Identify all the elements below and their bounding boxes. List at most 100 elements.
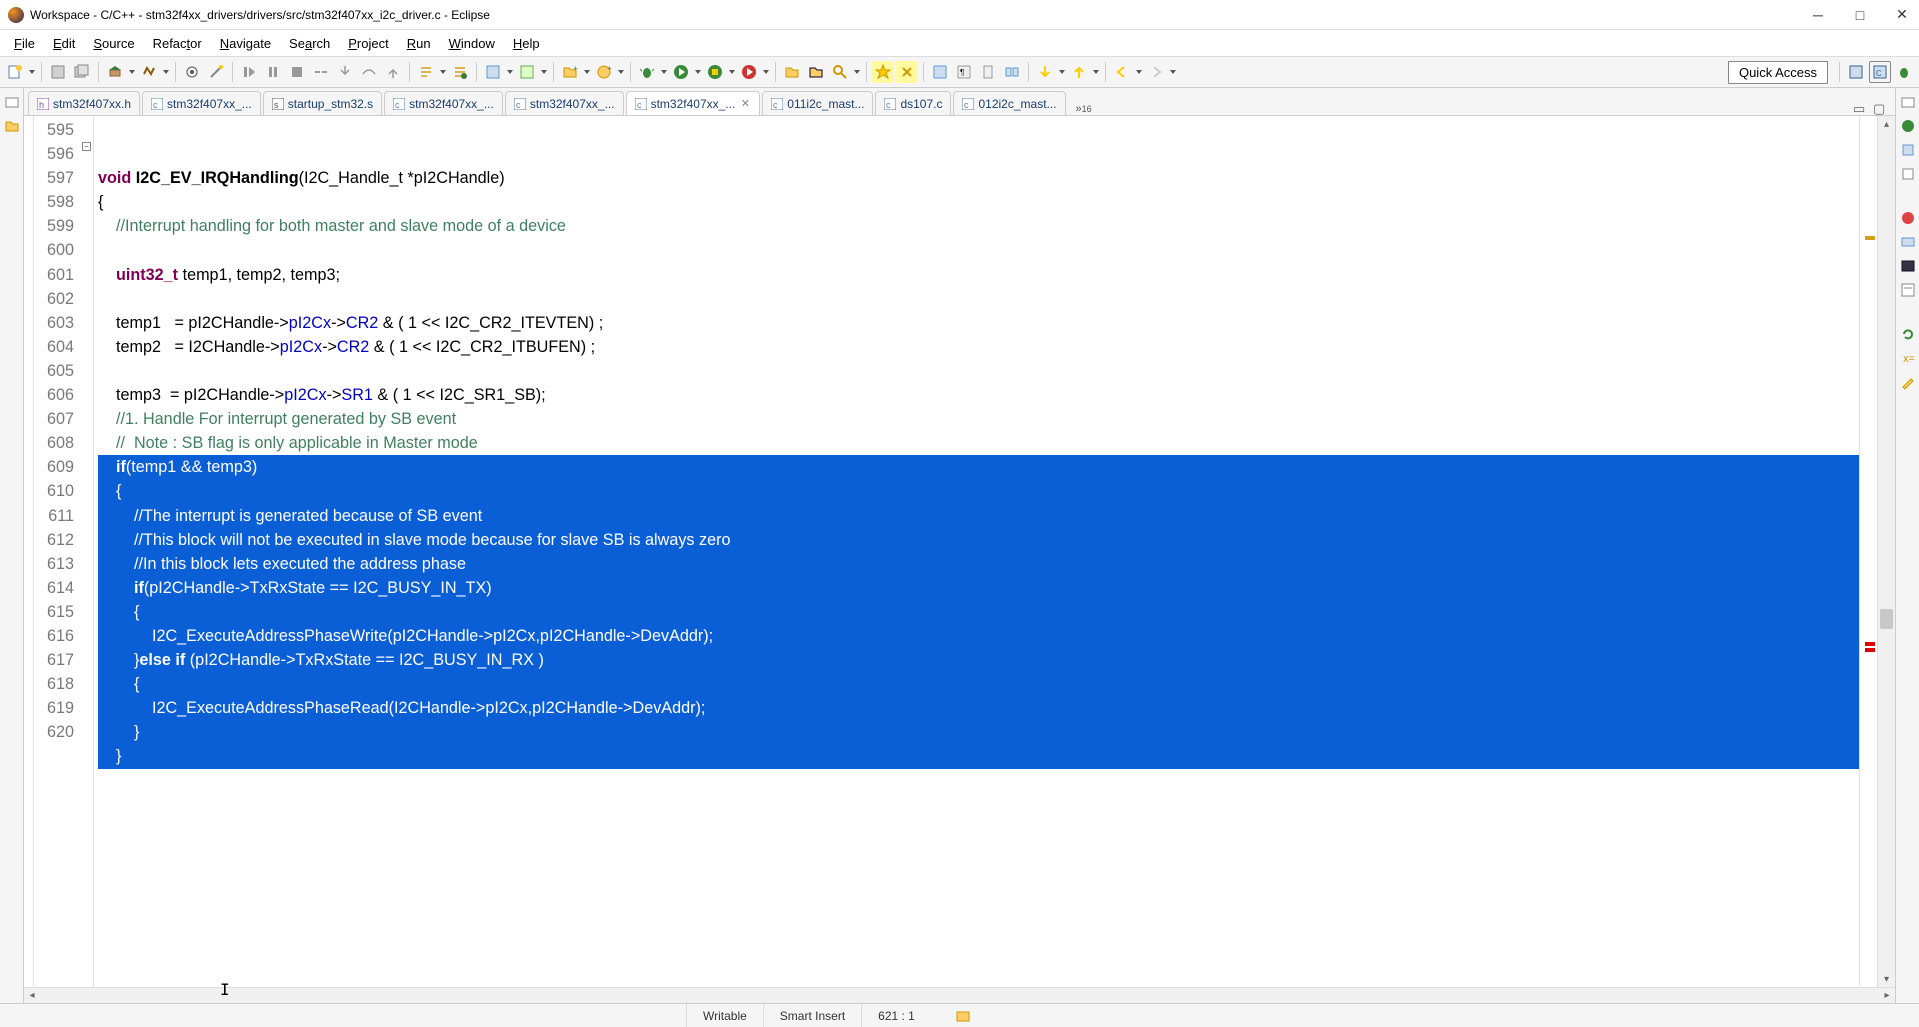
target-button[interactable] [181,61,203,83]
editor-tab[interactable]: cstm32f407xx_... [505,91,624,115]
new-button[interactable] [4,61,26,83]
maximize-view-icon[interactable]: ▢ [1873,101,1887,115]
code-line[interactable]: //In this block lets executed the addres… [98,552,1859,576]
suspend-button[interactable] [262,61,284,83]
star-icon[interactable] [872,61,894,83]
quick-access-input[interactable]: Quick Access [1728,61,1828,84]
build-all-dropdown[interactable] [162,70,170,74]
project-explorer-icon[interactable] [4,118,20,134]
back-button[interactable] [1111,61,1133,83]
build-dropdown[interactable] [128,70,136,74]
editor-tab[interactable]: c012i2c_mast... [953,91,1065,115]
code-line[interactable] [98,238,1859,262]
show-whitespace-button[interactable]: ¶ [953,61,975,83]
code-line[interactable]: //This block will not be executed in sla… [98,528,1859,552]
terminate-button[interactable] [286,61,308,83]
code-line[interactable]: //1. Handle For interrupt generated by S… [98,407,1859,431]
tab-overflow[interactable]: »16 [1076,103,1092,115]
pencil-icon[interactable] [1900,374,1916,390]
save-button[interactable] [47,61,69,83]
code-line[interactable]: } [98,744,1859,768]
code-line[interactable] [98,769,1859,793]
code-line[interactable]: I2C_ExecuteAddressPhaseWrite(pI2CHandle-… [98,624,1859,648]
code-line[interactable] [98,287,1859,311]
profile-button[interactable] [738,61,760,83]
code-line[interactable]: } [98,720,1859,744]
wand-icon[interactable] [205,61,227,83]
problems-icon[interactable] [1900,210,1916,226]
coverage-button[interactable] [704,61,726,83]
open-project-button[interactable] [781,61,803,83]
build-targets-icon[interactable] [1900,166,1916,182]
task-list-icon[interactable] [1900,142,1916,158]
minimize-view-icon[interactable]: ▭ [1853,101,1867,115]
overview-ruler[interactable] [1859,116,1877,987]
debug-button[interactable] [636,61,658,83]
code-line[interactable]: //Interrupt handling for both master and… [98,214,1859,238]
toggle-mark-button[interactable] [896,61,918,83]
close-button[interactable]: ✕ [1893,6,1911,24]
maximize-button[interactable]: □ [1851,6,1869,24]
build-button[interactable] [104,61,126,83]
step-return-button[interactable] [382,61,404,83]
variables-icon[interactable]: x= [1900,350,1916,366]
outline-icon[interactable] [1900,118,1916,134]
scroll-down-icon[interactable]: ▾ [1878,971,1895,987]
editor-tab[interactable]: cstm32f407xx_... [142,91,261,115]
code-line[interactable]: if(pI2CHandle->TxRxState == I2C_BUSY_IN_… [98,576,1859,600]
new-folder-button[interactable]: + [559,61,581,83]
code-line[interactable]: void I2C_EV_IRQHandling(I2C_Handle_t *pI… [98,166,1859,190]
menu-help[interactable]: Help [505,33,548,54]
editor-tab[interactable]: sstartup_stm32.s [263,91,382,115]
editor-tab[interactable]: cstm32f407xx_...✕ [626,91,761,115]
code-line[interactable]: { [98,479,1859,503]
instruction-step-button[interactable] [415,61,437,83]
console-icon[interactable] [1900,258,1916,274]
code-line[interactable]: { [98,600,1859,624]
prev-annotation-button[interactable] [1068,61,1090,83]
menu-search[interactable]: Search [281,33,338,54]
menu-run[interactable]: Run [399,33,439,54]
next-annotation-button[interactable] [1034,61,1056,83]
editor-tab[interactable]: cstm32f407xx_... [384,91,503,115]
status-notification-icon[interactable] [955,1008,971,1024]
open-type-button[interactable] [482,61,504,83]
new-class-button[interactable] [516,61,538,83]
restore-right-icon[interactable] [1900,94,1916,110]
scroll-right-icon[interactable]: ▸ [1879,990,1895,1001]
editor-tab[interactable]: hstm32f407xx.h [28,91,140,115]
forward-button[interactable] [1145,61,1167,83]
editor-tab[interactable]: c011i2c_mast... [762,91,873,115]
code-line[interactable]: // Note : SB flag is only applicable in … [98,431,1859,455]
new-source-button[interactable]: + [593,61,615,83]
restore-icon[interactable] [4,94,20,110]
vertical-scrollbar[interactable]: ▴ ▾ [1877,116,1895,987]
refresh-icon[interactable] [1900,326,1916,342]
word-wrap-button[interactable] [1001,61,1023,83]
minimize-button[interactable]: ─ [1809,6,1827,24]
build-all-button[interactable] [138,61,160,83]
code-line[interactable]: //The interrupt is generated because of … [98,504,1859,528]
horizontal-scrollbar[interactable]: ◂ ▸ [24,987,1895,1003]
restart-icon[interactable] [449,61,471,83]
code-line[interactable] [98,359,1859,383]
properties-icon[interactable] [1900,282,1916,298]
perspective-other-button[interactable] [1893,61,1915,83]
step-into-button[interactable] [334,61,356,83]
scroll-up-icon[interactable]: ▴ [1878,116,1895,132]
editor-tab[interactable]: cds107.c [875,91,951,115]
fold-toggle-icon[interactable]: − [82,142,91,151]
code-line[interactable]: temp3 = pI2CHandle->pI2Cx->SR1 & ( 1 << … [98,383,1859,407]
fold-column[interactable]: − [80,116,94,987]
code-editor[interactable]: 5955965975985996006016026036046056066076… [24,116,1895,987]
new-dropdown[interactable] [28,70,36,74]
resume-button[interactable] [238,61,260,83]
menu-file[interactable]: File [6,33,43,54]
pin-button[interactable] [977,61,999,83]
menu-edit[interactable]: Edit [45,33,83,54]
menu-refactor[interactable]: Refactor [145,33,210,54]
code-line[interactable]: temp1 = pI2CHandle->pI2Cx->CR2 & ( 1 << … [98,311,1859,335]
code-line[interactable]: { [98,190,1859,214]
code-content[interactable]: void I2C_EV_IRQHandling(I2C_Handle_t *pI… [94,116,1859,987]
code-line[interactable]: }else if (pI2CHandle->TxRxState == I2C_B… [98,648,1859,672]
